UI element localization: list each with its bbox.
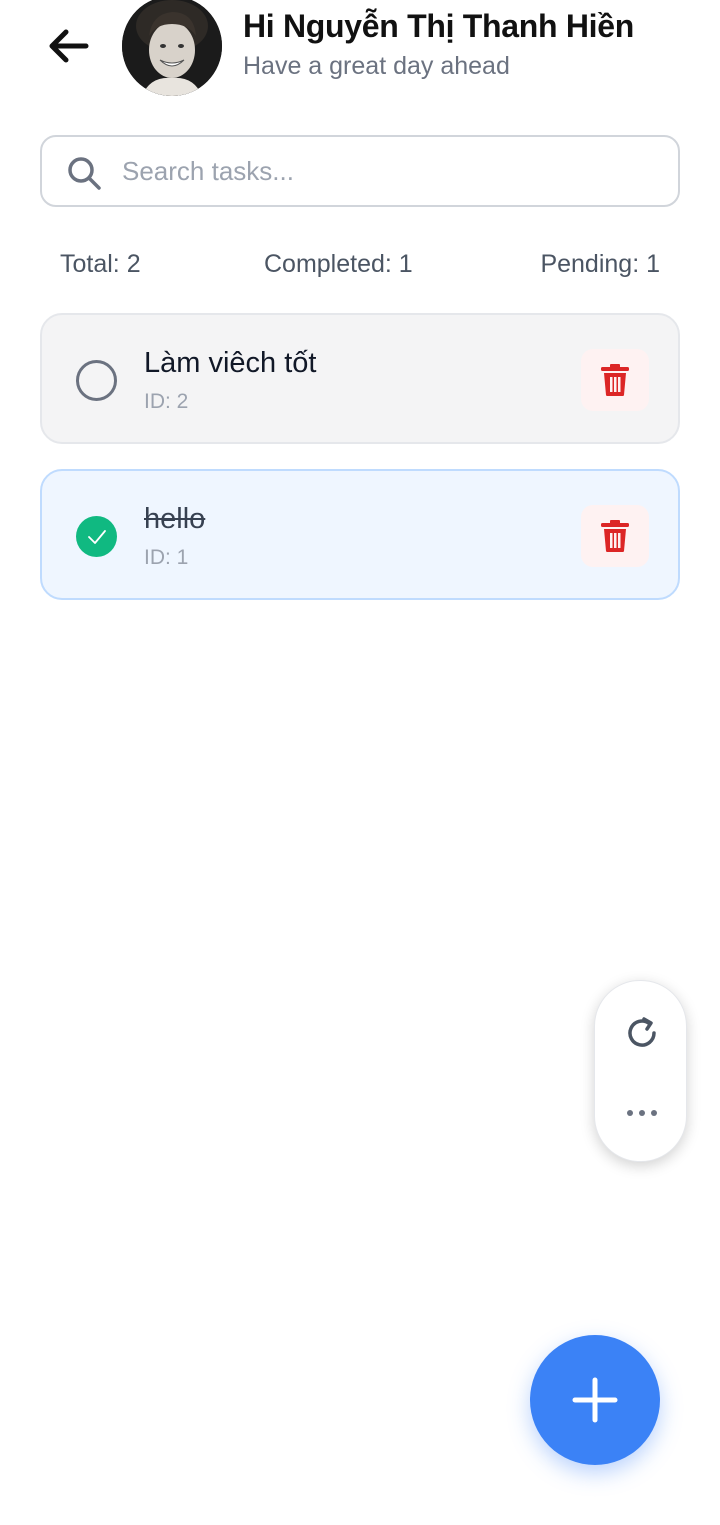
- task-card[interactable]: Làm viêch tốt ID: 2: [40, 313, 680, 444]
- stat-pending: Pending: 1: [540, 250, 660, 278]
- add-task-button[interactable]: [530, 1335, 660, 1465]
- task-checkbox[interactable]: [76, 516, 117, 557]
- task-title: hello: [144, 503, 206, 535]
- check-icon: [87, 529, 106, 544]
- task-id: ID: 2: [144, 390, 189, 413]
- search-icon: [68, 157, 101, 190]
- plus-icon: [572, 1377, 618, 1423]
- user-avatar-photo: [122, 0, 222, 96]
- refresh-button[interactable]: [595, 1001, 688, 1065]
- more-options-button[interactable]: [595, 1081, 688, 1145]
- avatar[interactable]: [122, 0, 222, 96]
- delete-task-button[interactable]: [581, 505, 649, 567]
- trash-icon: [601, 520, 629, 552]
- task-title: Làm viêch tốt: [144, 347, 317, 379]
- more-horizontal-icon: [624, 1110, 660, 1116]
- refresh-icon: [627, 1017, 656, 1047]
- trash-icon: [601, 364, 629, 396]
- stat-completed: Completed: 1: [264, 250, 413, 278]
- back-button[interactable]: [40, 18, 96, 74]
- delete-task-button[interactable]: [581, 349, 649, 411]
- task-checkbox[interactable]: [76, 360, 117, 401]
- task-card[interactable]: hello ID: 1: [40, 469, 680, 600]
- greeting-title: Hi Nguyễn Thị Thanh Hiền: [243, 8, 635, 44]
- task-id: ID: 1: [144, 546, 189, 569]
- stat-total: Total: 2: [60, 250, 141, 278]
- arrow-left-icon: [49, 29, 89, 63]
- search-input[interactable]: [122, 137, 662, 205]
- floating-action-group: [594, 980, 687, 1162]
- search-box[interactable]: [40, 135, 680, 207]
- greeting-subtitle: Have a great day ahead: [243, 52, 510, 80]
